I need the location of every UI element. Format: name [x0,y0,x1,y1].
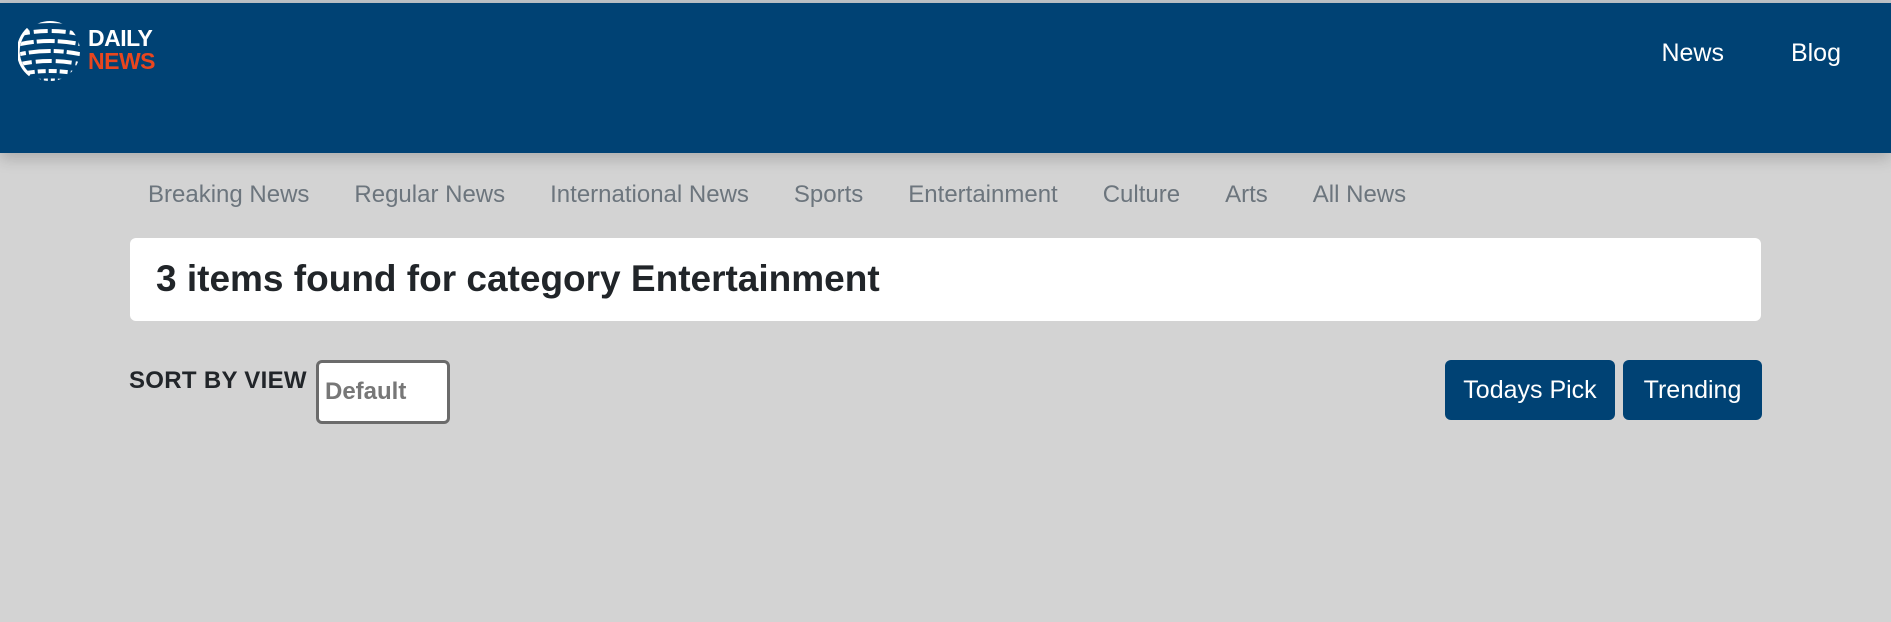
sort-select[interactable]: Default [316,360,450,424]
site-logo[interactable]: DAILY NEWS [18,17,168,87]
category-international-news[interactable]: International News [550,181,749,209]
results-heading: 3 items found for category Entertainment [156,258,880,299]
category-navigation: Breaking News Regular News International… [148,181,1406,209]
category-breaking-news[interactable]: Breaking News [148,181,309,209]
results-summary-card: 3 items found for category Entertainment [130,238,1761,321]
category-arts[interactable]: Arts [1225,181,1268,209]
todays-pick-button[interactable]: Todays Pick [1445,360,1615,420]
category-sports[interactable]: Sports [794,181,863,209]
nav-link-news[interactable]: News [1661,39,1724,68]
site-header: DAILY NEWS News Blog [0,3,1891,153]
category-entertainment[interactable]: Entertainment [908,181,1057,209]
nav-link-blog[interactable]: Blog [1791,39,1841,68]
sort-label: SORT BY VIEW [129,367,307,394]
globe-icon [18,21,80,81]
category-all-news[interactable]: All News [1313,181,1406,209]
category-regular-news[interactable]: Regular News [354,181,505,209]
logo-news-text: NEWS [88,48,156,74]
category-culture[interactable]: Culture [1103,181,1180,209]
top-navigation: News Blog [1661,39,1841,68]
logo-daily-text: DAILY [88,25,153,51]
trending-button[interactable]: Trending [1623,360,1762,420]
